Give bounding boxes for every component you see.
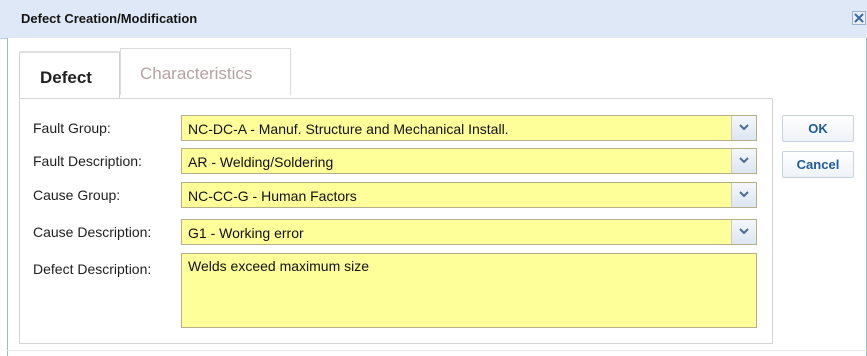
- tab-characteristics-label: Characteristics: [140, 64, 253, 83]
- fault-description-select[interactable]: AR - Welding/Soldering: [181, 148, 757, 174]
- cause-group-label: Cause Group:: [33, 187, 121, 203]
- close-icon[interactable]: [852, 11, 866, 25]
- tab-defect[interactable]: Defect: [19, 51, 120, 98]
- cause-group-select[interactable]: NC-CC-G - Human Factors: [181, 182, 757, 208]
- defect-dialog: Defect Creation/Modification Characteris…: [0, 0, 867, 356]
- fault-group-dropdown-trigger[interactable]: [731, 116, 756, 140]
- footer-divider: [7, 350, 867, 351]
- tab-characteristics[interactable]: Characteristics: [120, 48, 291, 95]
- tab-defect-label: Defect: [40, 68, 92, 87]
- chevron-down-icon: [739, 157, 749, 164]
- fault-description-value: AR - Welding/Soldering: [188, 154, 334, 170]
- defect-description-value: Welds exceed maximum size: [188, 258, 370, 274]
- fault-group-label: Fault Group:: [33, 120, 111, 136]
- fault-description-label: Fault Description:: [33, 153, 142, 169]
- ok-button[interactable]: OK: [782, 115, 854, 142]
- cause-description-dropdown-trigger[interactable]: [731, 220, 756, 244]
- cause-group-dropdown-trigger[interactable]: [731, 183, 756, 207]
- fault-description-dropdown-trigger[interactable]: [731, 149, 756, 173]
- cause-description-label: Cause Description:: [33, 224, 152, 240]
- fault-group-select[interactable]: NC-DC-A - Manuf. Structure and Mechanica…: [181, 115, 757, 141]
- chevron-down-icon: [739, 191, 749, 198]
- dialog-titlebar[interactable]: Defect Creation/Modification: [0, 0, 867, 39]
- cancel-button[interactable]: Cancel: [782, 151, 854, 178]
- fault-group-value: NC-DC-A - Manuf. Structure and Mechanica…: [188, 121, 509, 137]
- dialog-title: Defect Creation/Modification: [21, 11, 198, 26]
- chevron-down-icon: [739, 124, 749, 131]
- cause-group-value: NC-CC-G - Human Factors: [188, 188, 357, 204]
- cause-description-select[interactable]: G1 - Working error: [181, 219, 757, 245]
- defect-description-label: Defect Description:: [33, 261, 152, 277]
- chevron-down-icon: [739, 228, 749, 235]
- defect-description-textarea[interactable]: Welds exceed maximum size: [181, 253, 757, 328]
- cause-description-value: G1 - Working error: [188, 225, 304, 241]
